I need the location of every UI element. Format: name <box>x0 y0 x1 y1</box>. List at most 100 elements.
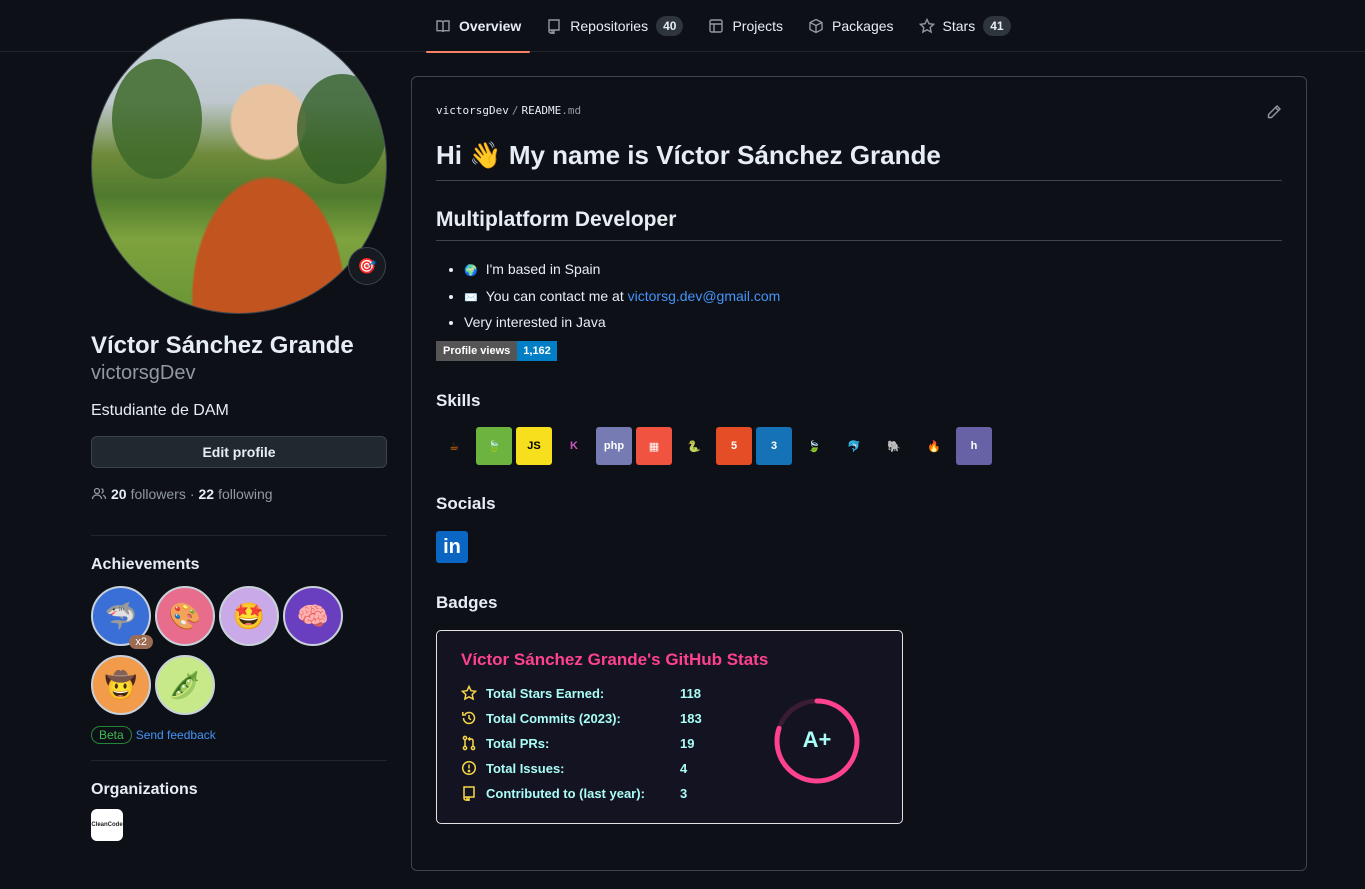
follow-stats: 20 followers · 22 following <box>91 486 387 502</box>
history-icon <box>462 711 476 725</box>
profile-bio: Estudiante de DAM <box>91 402 229 419</box>
stat-value: 118 <box>680 685 701 701</box>
pencil-icon <box>1267 105 1281 119</box>
stat-label: Total Issues: <box>486 760 565 776</box>
profile-username: victorsgDev <box>91 362 196 384</box>
achievement-quickdraw[interactable]: 🤠 <box>91 655 151 715</box>
email-link[interactable]: victorsg.dev@gmail.com <box>628 288 781 304</box>
tab-label: Projects <box>732 18 784 34</box>
package-icon <box>809 18 823 34</box>
skills-title: Skills <box>436 391 481 410</box>
list-item: ✉️ You can contact me at victorsg.dev@gma… <box>464 284 780 311</box>
edit-profile-button[interactable]: Edit profile <box>91 436 387 468</box>
galaxy-brain-icon: 🧠 <box>296 600 330 631</box>
achievement-multiplier: x2 <box>129 635 153 649</box>
skills-icons: ☕ 🍃 JS Kphp ▦ 🐍 5 3 🍃 🐬 🐘 🔥 h <box>436 427 996 465</box>
stat-label: Contributed to (last year): <box>486 785 645 801</box>
table-icon <box>709 19 724 33</box>
github-stats-card[interactable]: Víctor Sánchez Grande's GitHub Stats Tot… <box>436 630 903 824</box>
list-item: Very interested in Java <box>464 310 780 335</box>
yolo-icon: 🎨 <box>168 600 202 631</box>
tab-projects[interactable]: Projects <box>699 0 792 52</box>
following-count: 22 <box>198 486 215 502</box>
socials-title: Socials <box>436 494 496 513</box>
org-label: CleanCode <box>91 822 123 828</box>
python-icon: 🐍 <box>687 440 701 453</box>
globe-icon: 🌍 <box>464 265 478 277</box>
readme-list: 🌍 I'm based in Spain ✉️ You can contact me… <box>464 257 780 335</box>
grade-label: A+ <box>802 727 832 752</box>
profile-readme: victorsgDev / README.md Hi 👋 My name is Ví… <box>411 76 1307 871</box>
achievement-starstruck[interactable]: 🤩 <box>219 586 279 646</box>
book-icon <box>436 20 450 33</box>
readme-file-ext: .md <box>561 104 582 117</box>
stat-label: Total Commits (2023): <box>486 710 621 726</box>
stat-label: Total Stars Earned: <box>486 685 605 701</box>
profile-tabs: Overview Repositories 40 Projects Packag… <box>426 0 1027 53</box>
stat-value: 4 <box>680 760 688 776</box>
quickdraw-icon: 🤠 <box>104 669 138 700</box>
linkedin-icon[interactable]: in <box>436 531 468 563</box>
stats-title: Víctor Sánchez Grande's GitHub Stats <box>461 650 769 669</box>
achievements-title: Achievements <box>91 556 200 573</box>
tab-stars[interactable]: Stars 41 <box>910 0 1020 52</box>
divider <box>91 760 387 761</box>
pull-shark-icon: 🦈 <box>104 600 138 631</box>
spring-icon: 🍃 <box>476 427 512 465</box>
achievement-galaxy-brain[interactable]: 🧠 <box>283 586 343 646</box>
org-avatar-cleancode[interactable]: CleanCode <box>91 809 123 841</box>
issue-icon <box>461 760 477 776</box>
readme-file-base[interactable]: README <box>521 104 561 117</box>
achievements-grid: 🦈 x2 🎨 🤩 🧠 🤠 🫛 <box>91 586 351 724</box>
status-button[interactable]: 🎯 <box>348 247 386 285</box>
send-feedback-link[interactable]: Send feedback <box>136 728 216 742</box>
achievement-yolo[interactable]: 🎨 <box>155 586 215 646</box>
edit-readme-button[interactable] <box>1266 104 1282 120</box>
achievement-pair-extraordinaire[interactable]: 🫛 <box>155 655 215 715</box>
views-count: 1,162 <box>517 341 557 361</box>
pr-icon <box>462 735 476 751</box>
avatar[interactable] <box>91 18 387 314</box>
repo-icon <box>463 786 475 801</box>
firebase-icon: 🔥 <box>927 440 941 453</box>
beta-badge: Beta <box>91 726 132 744</box>
following-link[interactable]: 22 following <box>199 486 273 502</box>
starstruck-icon: 🤩 <box>232 600 266 631</box>
achievements-beta-row: Beta Send feedback <box>91 726 387 744</box>
tab-overview[interactable]: Overview <box>426 0 531 53</box>
repositories-count: 40 <box>656 16 684 36</box>
organizations-title: Organizations <box>91 781 198 798</box>
list-item-text: You can contact me at <box>485 287 628 304</box>
envelope-icon: ✉️ <box>464 291 478 304</box>
achievement-pull-shark[interactable]: 🦈 x2 <box>91 586 153 649</box>
css3-icon: 3 <box>756 427 792 465</box>
readme-heading: Hi 👋 My name is Víctor Sánchez Grande <box>436 140 1282 181</box>
following-label: following <box>218 486 273 502</box>
readme-subheading: Multiplatform Developer <box>436 208 1282 241</box>
readme-path: victorsgDev / README.md <box>436 104 581 117</box>
views-label: Profile views <box>436 341 518 361</box>
list-item-text: Very interested in Java <box>464 314 606 330</box>
stat-row: Total Stars Earned: 118 <box>461 685 701 701</box>
badges-title: Badges <box>436 593 498 612</box>
php-icon: php <box>596 427 632 465</box>
mysql-icon: 🐬 <box>847 440 861 453</box>
followers-link[interactable]: 20 followers <box>111 486 186 502</box>
avatar-container: 🎯 <box>91 18 387 314</box>
star-icon <box>918 18 935 34</box>
readme-owner[interactable]: victorsgDev <box>436 104 509 117</box>
stat-row: Total Issues: 4 <box>461 760 687 776</box>
target-icon: 🎯 <box>357 258 377 275</box>
laravel-icon: ▦ <box>636 427 672 465</box>
tab-packages[interactable]: Packages <box>799 0 902 52</box>
kotlin-icon: K <box>570 440 578 452</box>
star-icon <box>461 685 477 701</box>
tab-repositories[interactable]: Repositories 40 <box>537 0 692 52</box>
profile-views-badge: Profile views 1,162 <box>436 341 557 361</box>
followers-label: followers <box>130 486 186 502</box>
path-separator: / <box>511 104 519 117</box>
stat-row: Total PRs: 19 <box>461 735 694 751</box>
javascript-icon: JS <box>516 427 552 465</box>
tab-label: Repositories <box>570 18 649 34</box>
stat-value: 183 <box>680 710 702 726</box>
